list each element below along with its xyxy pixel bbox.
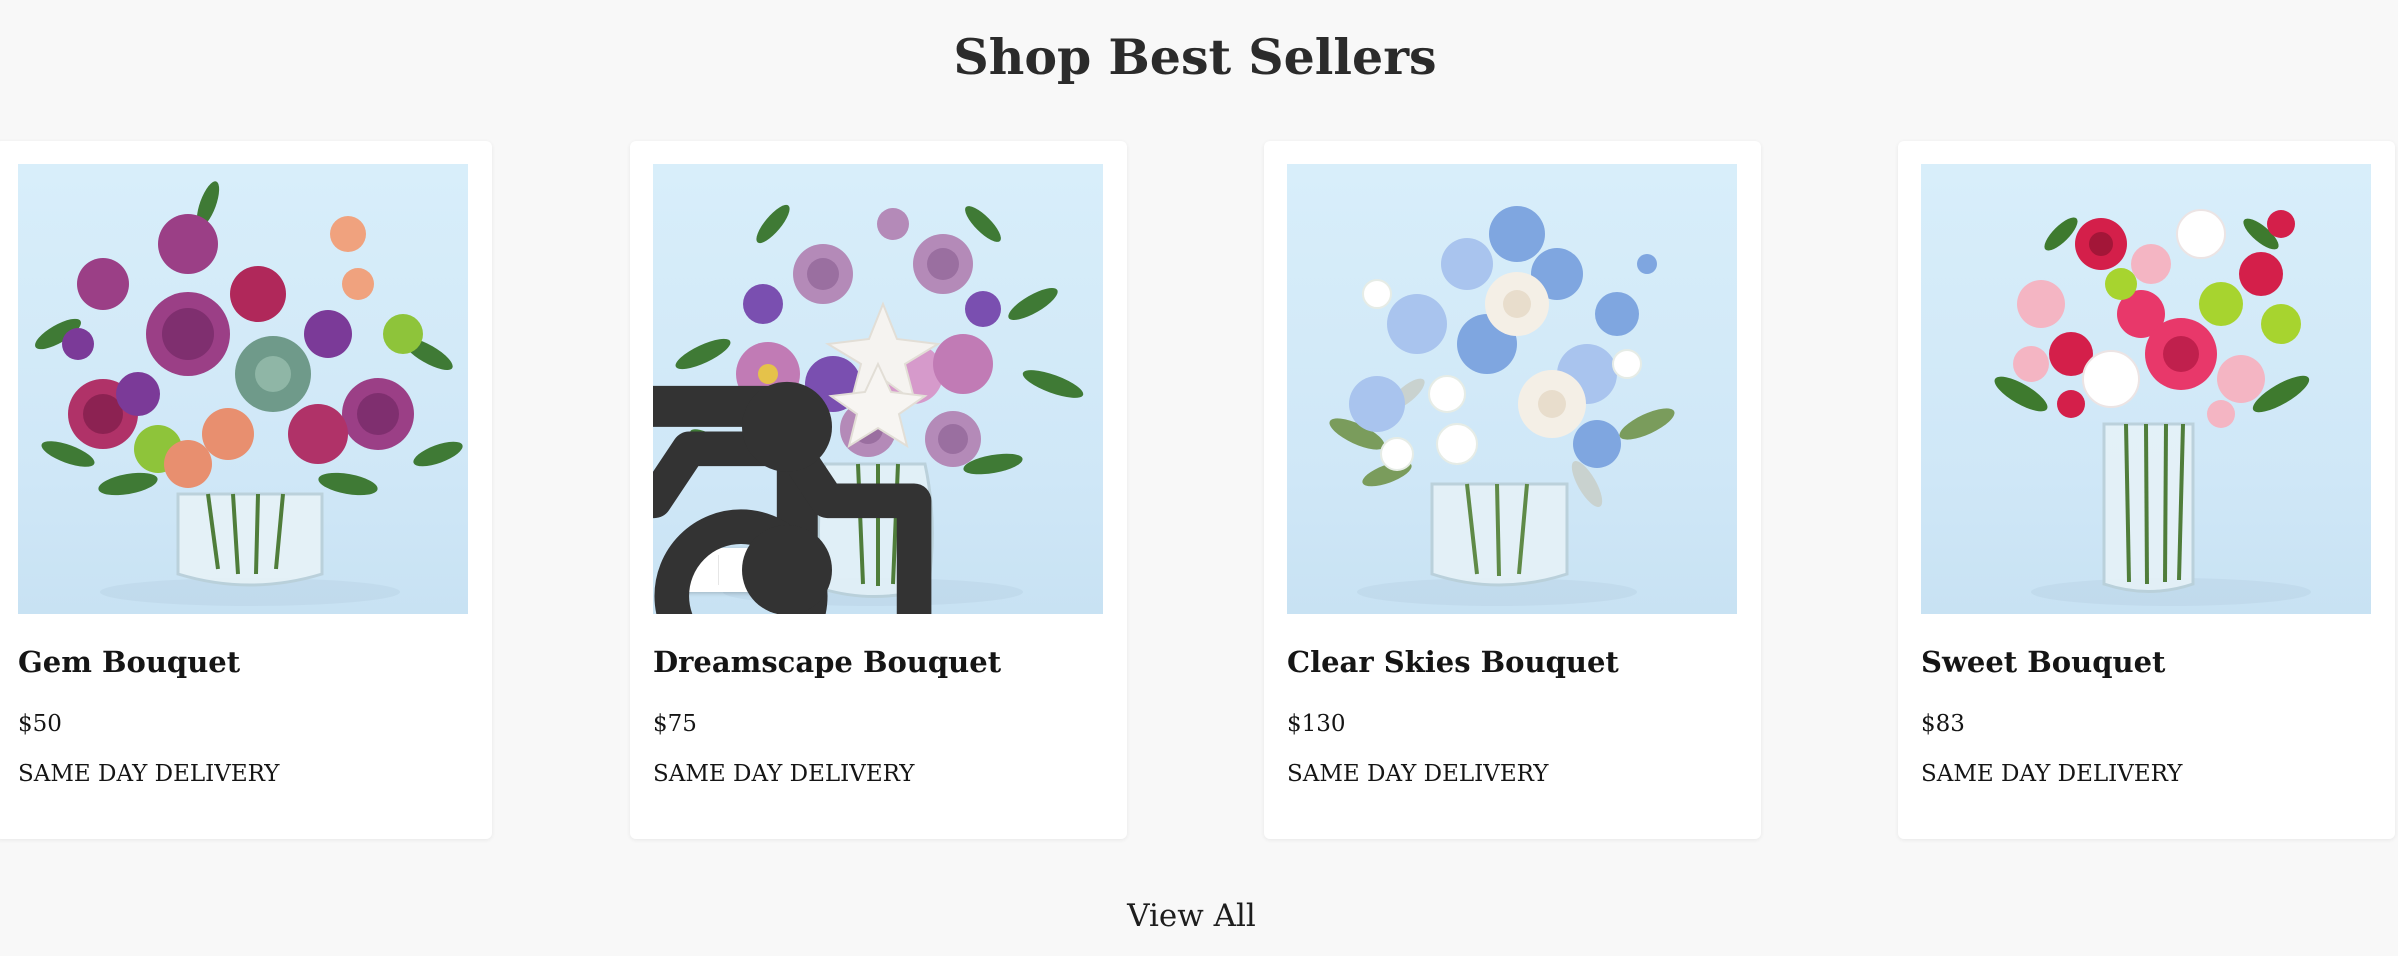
image-action-toolbar: [653, 381, 932, 614]
product-price: $75: [653, 711, 697, 737]
product-name[interactable]: Clear Skies Bouquet: [1287, 645, 1619, 679]
delivery-label: SAME DAY DELIVERY: [1287, 761, 1549, 787]
bouquet-illustration: [35, 181, 463, 606]
product-image[interactable]: [18, 164, 468, 614]
section-title: Shop Best Sellers: [953, 28, 1437, 86]
product-image[interactable]: [1287, 164, 1737, 614]
product-price: $50: [18, 711, 62, 737]
bouquet-illustration: [1994, 209, 2311, 606]
delivery-label: SAME DAY DELIVERY: [653, 761, 915, 787]
product-price: $83: [1921, 711, 1965, 737]
product-card-gem-bouquet[interactable]: Gem Bouquet $50 SAME DAY DELIVERY: [0, 141, 492, 839]
product-name[interactable]: Sweet Bouquet: [1921, 645, 2165, 679]
product-price: $130: [1287, 711, 1346, 737]
product-image[interactable]: [653, 164, 1103, 614]
bouquet-illustration: [1329, 206, 1675, 606]
delivery-label: SAME DAY DELIVERY: [18, 761, 280, 787]
product-image[interactable]: [1921, 164, 2371, 614]
more-options-button[interactable]: [741, 381, 832, 614]
product-name[interactable]: Dreamscape Bouquet: [653, 645, 1001, 679]
product-card-dreamscape-bouquet[interactable]: Dreamscape Bouquet $75 SAME DAY DELIVERY: [630, 141, 1127, 839]
product-card-sweet-bouquet[interactable]: Sweet Bouquet $83 SAME DAY DELIVERY: [1898, 141, 2395, 839]
product-name[interactable]: Gem Bouquet: [18, 645, 240, 679]
view-all-link[interactable]: View All: [0, 898, 2383, 934]
delivery-label: SAME DAY DELIVERY: [1921, 761, 2183, 787]
product-card-clear-skies-bouquet[interactable]: Clear Skies Bouquet $130 SAME DAY DELIVE…: [1264, 141, 1761, 839]
more-vertical-icon: [653, 345, 1012, 614]
